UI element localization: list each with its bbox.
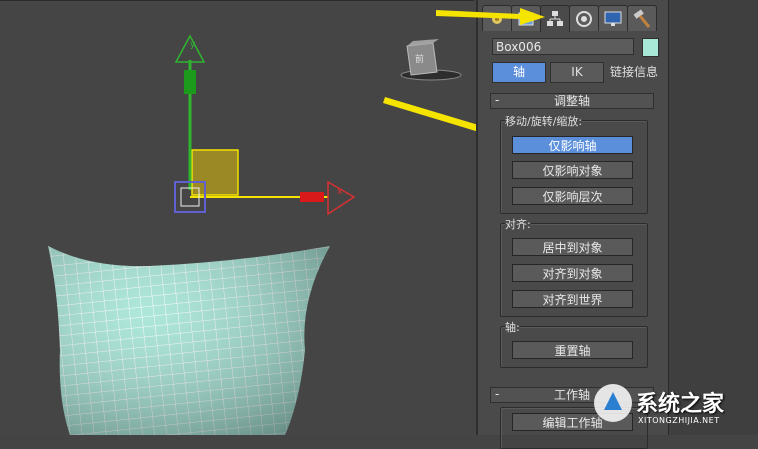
move-rotate-scale-label: 移动/旋转/缩放: (505, 113, 583, 129)
viewport-scene (48, 34, 476, 435)
axis-x-label: x (337, 187, 343, 197)
ik-mode-button[interactable]: IK (550, 62, 604, 83)
watermark: 系统之家 XITONGZHIJIA.NET (588, 378, 758, 435)
pivot-label: 轴: (505, 319, 520, 335)
annotation-arrow (383, 97, 476, 132)
reset-pivot-button[interactable]: 重置轴 (512, 341, 633, 359)
affect-pivot-only-button[interactable]: 仅影响轴 (512, 136, 633, 154)
affect-object-only-button[interactable]: 仅影响对象 (512, 161, 633, 179)
align-to-object-button[interactable]: 对齐到对象 (512, 264, 633, 282)
command-panel: Box006 轴 IK 链接信息 - 调整轴 移动/旋转/缩放: 仅影响轴 仅影… (476, 0, 670, 449)
panel-scroll-area[interactable] (668, 0, 758, 435)
align-to-world-button[interactable]: 对齐到世界 (512, 290, 633, 308)
pillow-mesh[interactable] (48, 246, 330, 435)
link-info-mode-button[interactable]: 链接信息 (606, 62, 662, 83)
viewport[interactable]: y x 前 (0, 0, 476, 435)
working-pivot-title: 工作轴 (553, 388, 590, 402)
watermark-logo-icon (594, 384, 632, 422)
watermark-url: XITONGZHIJIA.NET (638, 416, 720, 425)
adjust-pivot-rollout-header[interactable]: - 调整轴 (490, 93, 654, 109)
alignment-label: 对齐: (505, 216, 531, 232)
pivot-mode-button[interactable]: 轴 (492, 62, 546, 83)
annotation-arrow-top (436, 8, 545, 25)
collapse-icon: - (495, 93, 500, 107)
affect-hierarchy-only-button[interactable]: 仅影响层次 (512, 187, 633, 205)
watermark-brand: 系统之家 (636, 392, 725, 417)
adjust-pivot-title: 调整轴 (553, 94, 590, 108)
center-to-object-button[interactable]: 居中到对象 (512, 238, 633, 256)
move-gizmo[interactable] (174, 34, 356, 216)
collapse-icon: - (495, 387, 500, 401)
